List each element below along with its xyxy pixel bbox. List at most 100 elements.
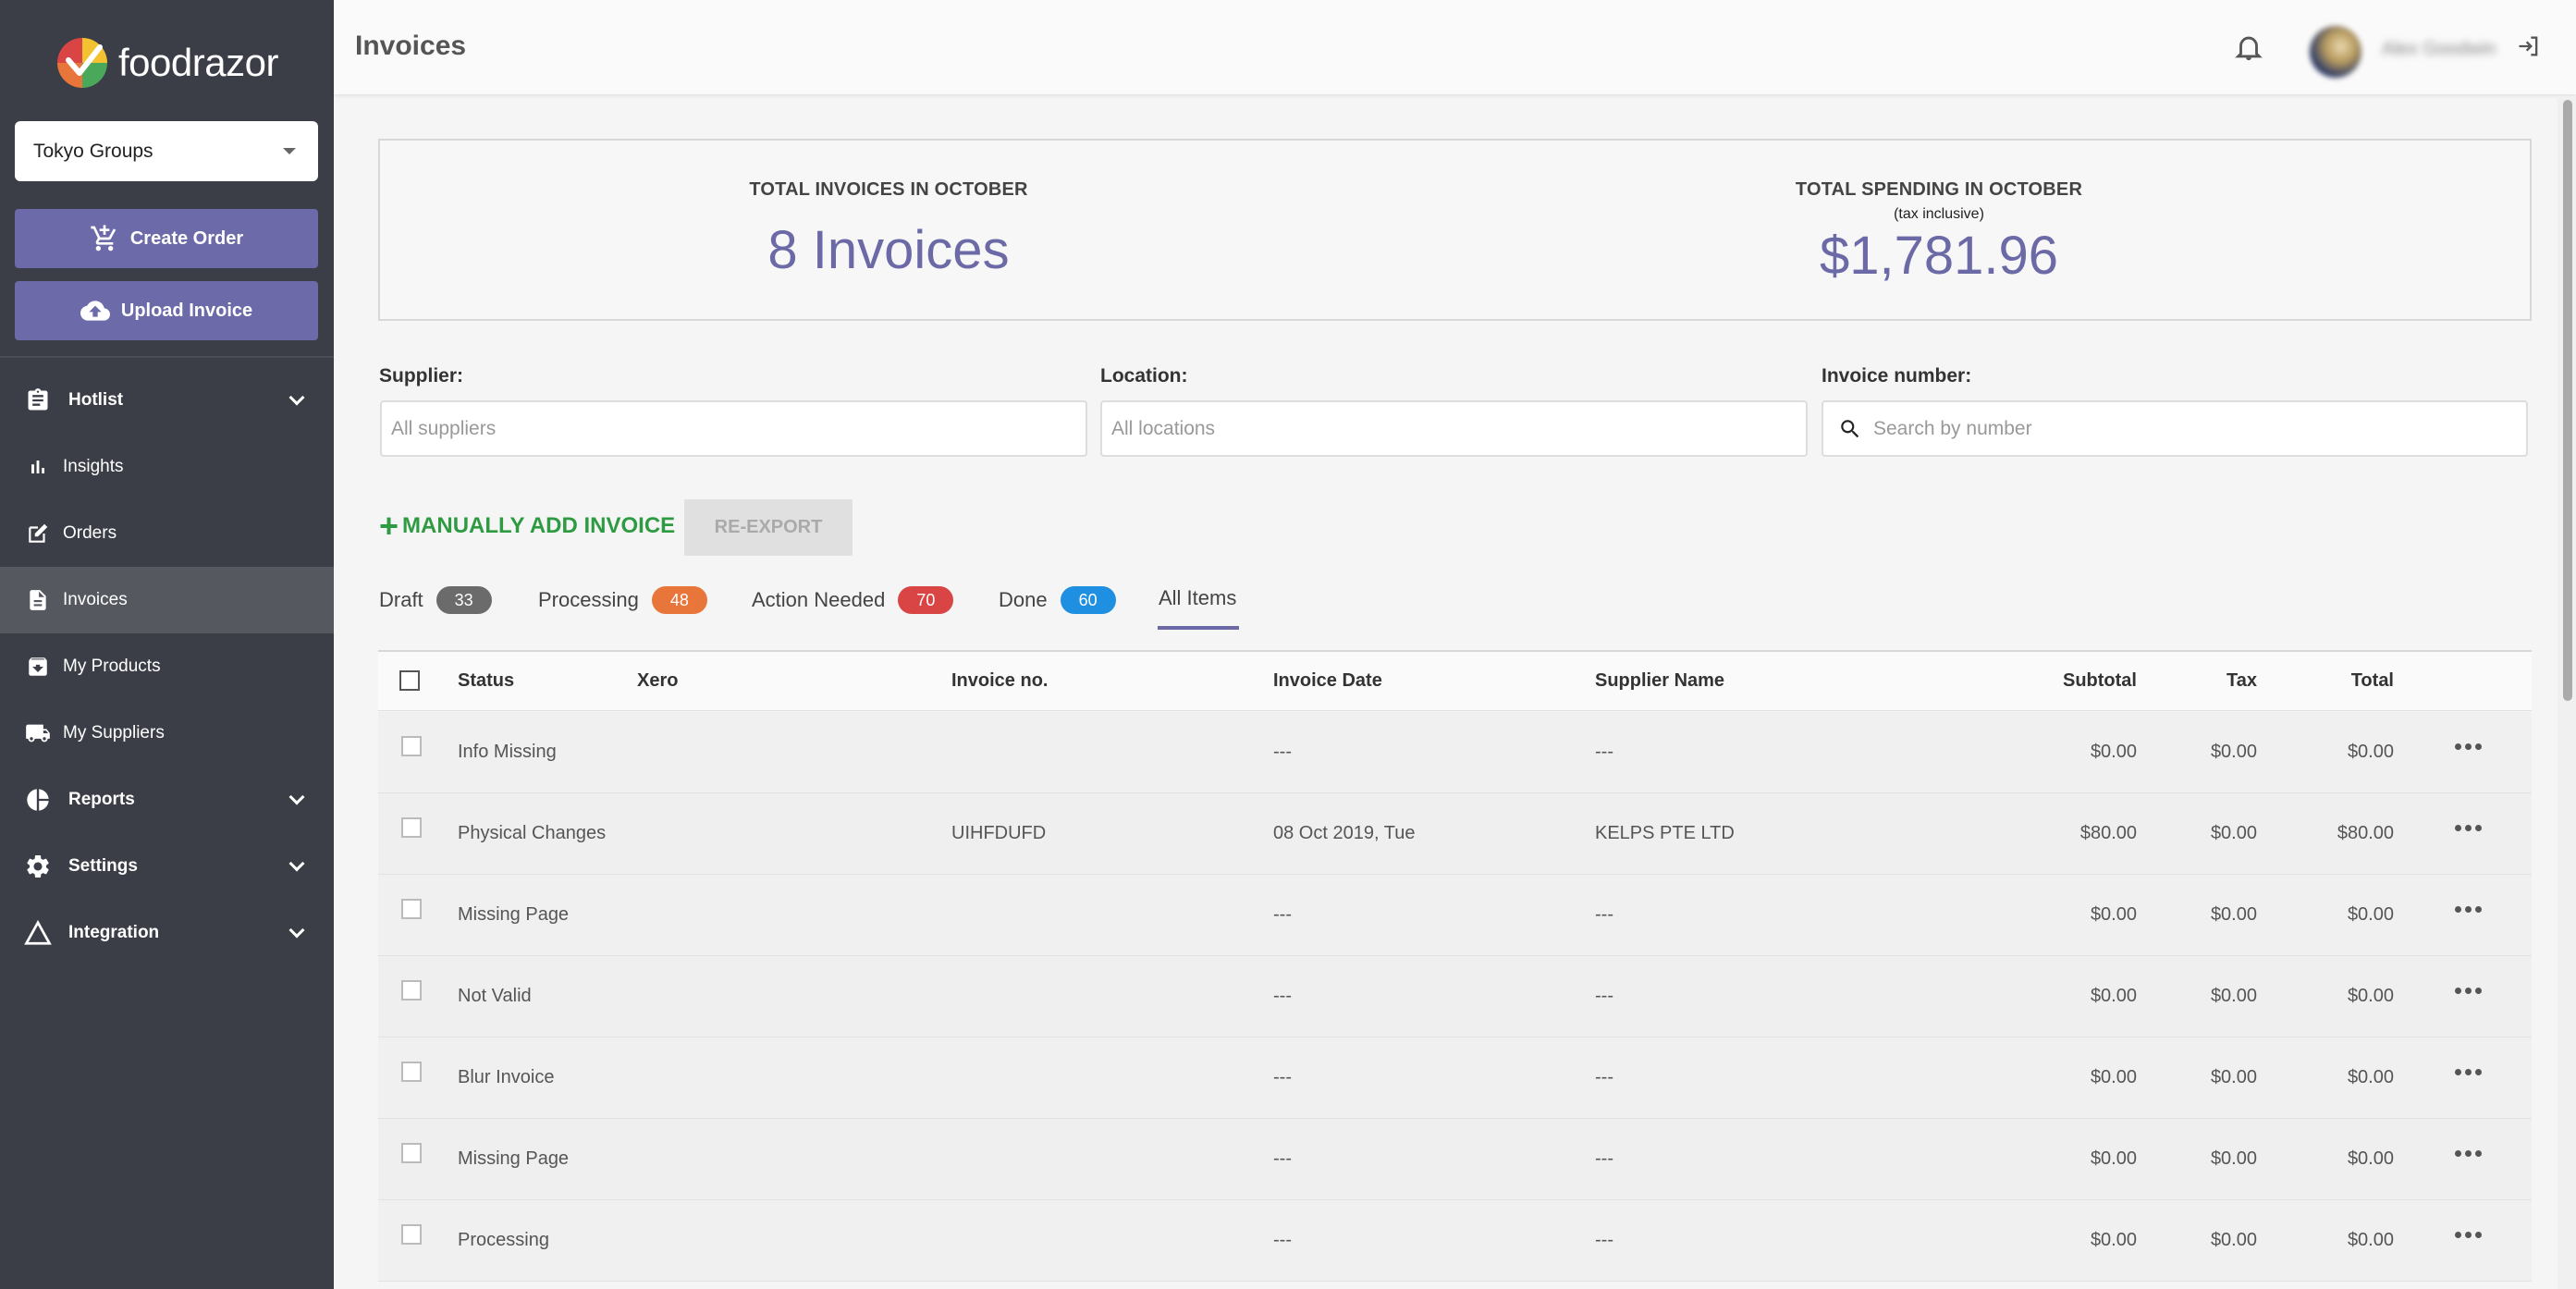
table-row[interactable]: Missing Page --- --- $0.00 $0.00 $0.00 (378, 1119, 2532, 1200)
column-header-tax[interactable]: Tax (2163, 670, 2257, 692)
scrollbar-thumb[interactable] (2563, 100, 2572, 701)
sidebar-item-reports[interactable]: Reports (0, 767, 334, 833)
table-row[interactable]: Blur Invoice --- --- $0.00 $0.00 $0.00 (378, 1037, 2532, 1119)
row-checkbox[interactable] (401, 899, 422, 919)
table-row[interactable]: Processing --- --- $0.00 $0.00 $0.00 (378, 1200, 2532, 1282)
more-options-icon[interactable] (2455, 988, 2482, 994)
username[interactable]: Alex Goodwin (2382, 39, 2502, 59)
total-invoices-stat: TOTAL INVOICES IN OCTOBER 8 Invoices (657, 179, 1120, 281)
supplier-cell: --- (1595, 1148, 1613, 1169)
total-invoices-value: 8 Invoices (767, 220, 1010, 280)
row-checkbox[interactable] (401, 1062, 422, 1082)
row-checkbox[interactable] (401, 736, 422, 756)
row-checkbox[interactable] (401, 1143, 422, 1163)
table-row[interactable]: Info Missing --- --- $0.00 $0.00 $0.00 (378, 712, 2532, 793)
row-checkbox[interactable] (401, 1224, 422, 1245)
pie-chart-icon (24, 786, 52, 814)
subtotal-cell: $0.00 (2090, 1067, 2137, 1087)
supplier-filter-label: Supplier: (379, 365, 464, 387)
sidebar-item-label: Hotlist (68, 390, 124, 410)
tab-done[interactable]: Done 60 (999, 586, 1116, 614)
cart-plus-icon (91, 225, 117, 252)
logout-icon[interactable] (2516, 33, 2542, 59)
sidebar-item-label: Reports (68, 790, 135, 809)
more-options-icon[interactable] (2455, 1150, 2482, 1157)
invoice-number-search-input[interactable]: Search by number (1822, 400, 2528, 457)
sidebar-item-settings[interactable]: Settings (0, 833, 334, 900)
invoice-date-cell: --- (1273, 742, 1292, 762)
sidebar-item-label: Integration (68, 923, 160, 942)
count-badge: 70 (898, 586, 954, 614)
chevron-down-icon (288, 789, 305, 805)
sidebar-item-insights[interactable]: Insights (0, 434, 334, 500)
cloud-upload-icon (80, 301, 110, 321)
tab-all-items[interactable]: All Items (1159, 586, 1236, 610)
table-row[interactable]: Physical Changes UIHFDUFD 08 Oct 2019, T… (378, 793, 2532, 875)
plus-icon: + (379, 507, 399, 545)
more-options-icon[interactable] (2455, 825, 2482, 831)
column-header-status[interactable]: Status (458, 670, 514, 692)
column-header-xero[interactable]: Xero (637, 670, 678, 692)
supplier-filter-input[interactable]: All suppliers (380, 400, 1087, 457)
sidebar-item-my-suppliers[interactable]: My Suppliers (0, 700, 334, 767)
column-header-invoice-date[interactable]: Invoice Date (1273, 670, 1382, 692)
sidebar-item-orders[interactable]: Orders (0, 500, 334, 567)
tab-draft[interactable]: Draft 33 (379, 586, 492, 614)
re-export-button[interactable]: RE-EXPORT (684, 499, 853, 556)
sidebar: foodrazor Tokyo Groups Create Order Uplo… (0, 0, 334, 1289)
avatar[interactable] (2310, 26, 2361, 78)
total-cell: $0.00 (2347, 904, 2394, 925)
column-header-subtotal[interactable]: Subtotal (2042, 670, 2137, 692)
invoice-date-cell: --- (1273, 986, 1292, 1006)
invoice-number-label: Invoice number: (1822, 365, 1972, 387)
tax-cell: $0.00 (2210, 742, 2257, 762)
more-options-icon[interactable] (2455, 743, 2482, 750)
sidebar-item-hotlist[interactable]: Hotlist (0, 367, 334, 434)
brand-logo[interactable]: foodrazor (55, 33, 278, 92)
select-all-checkbox[interactable] (399, 670, 420, 691)
tab-processing[interactable]: Processing 48 (538, 586, 707, 614)
more-options-icon[interactable] (2455, 906, 2482, 913)
re-export-label: RE-EXPORT (714, 517, 823, 537)
column-header-supplier-name[interactable]: Supplier Name (1595, 670, 1724, 692)
total-invoices-label: TOTAL INVOICES IN OCTOBER (749, 179, 1028, 200)
manually-add-invoice-button[interactable]: + MANUALLY ADD INVOICE (379, 509, 675, 543)
create-order-button[interactable]: Create Order (15, 209, 318, 268)
create-order-label: Create Order (129, 227, 244, 249)
status-cell: Missing Page (458, 904, 570, 925)
location-filter-input[interactable]: All locations (1100, 400, 1808, 457)
invoice-date-cell: 08 Oct 2019, Tue (1273, 823, 1416, 843)
table-row[interactable]: Not Valid --- --- $0.00 $0.00 $0.00 (378, 956, 2532, 1037)
organization-select[interactable]: Tokyo Groups (15, 121, 318, 181)
total-cell: $80.00 (2337, 823, 2394, 843)
row-checkbox[interactable] (401, 817, 422, 838)
sidebar-item-integration[interactable]: Integration (0, 900, 334, 966)
upload-invoice-button[interactable]: Upload Invoice (15, 281, 318, 340)
edit-icon (24, 520, 52, 547)
table-row[interactable]: Missing Page --- --- $0.00 $0.00 $0.00 (378, 875, 2532, 956)
bell-icon[interactable] (2233, 31, 2264, 63)
more-options-icon[interactable] (2455, 1069, 2482, 1075)
tax-cell: $0.00 (2210, 904, 2257, 925)
count-badge: 33 (435, 586, 492, 614)
subtotal-cell: $0.00 (2090, 1230, 2137, 1250)
subtotal-cell: $0.00 (2090, 1148, 2137, 1169)
invoice-no-cell: UIHFDUFD (951, 823, 1047, 843)
tab-action-needed[interactable]: Action Needed 70 (752, 586, 954, 614)
status-cell: Physical Changes (458, 823, 607, 843)
clipboard-icon (24, 387, 52, 414)
sidebar-item-label: Invoices (63, 590, 128, 609)
triangle-icon (24, 919, 52, 947)
page-scrollbar[interactable] (2558, 96, 2576, 1289)
invoice-date-cell: --- (1273, 1230, 1292, 1250)
sidebar-item-my-products[interactable]: My Products (0, 633, 334, 700)
sidebar-item-invoices[interactable]: Invoices (0, 567, 334, 633)
manually-add-invoice-label: MANUALLY ADD INVOICE (402, 513, 676, 538)
supplier-cell: --- (1595, 904, 1613, 925)
column-header-total[interactable]: Total (2300, 670, 2394, 692)
more-options-icon[interactable] (2455, 1232, 2482, 1238)
table-header: Status Xero Invoice no. Invoice Date Sup… (378, 652, 2532, 711)
row-checkbox[interactable] (401, 980, 422, 1001)
tab-label: Action Needed (752, 588, 886, 611)
column-header-invoice-no[interactable]: Invoice no. (951, 670, 1048, 692)
